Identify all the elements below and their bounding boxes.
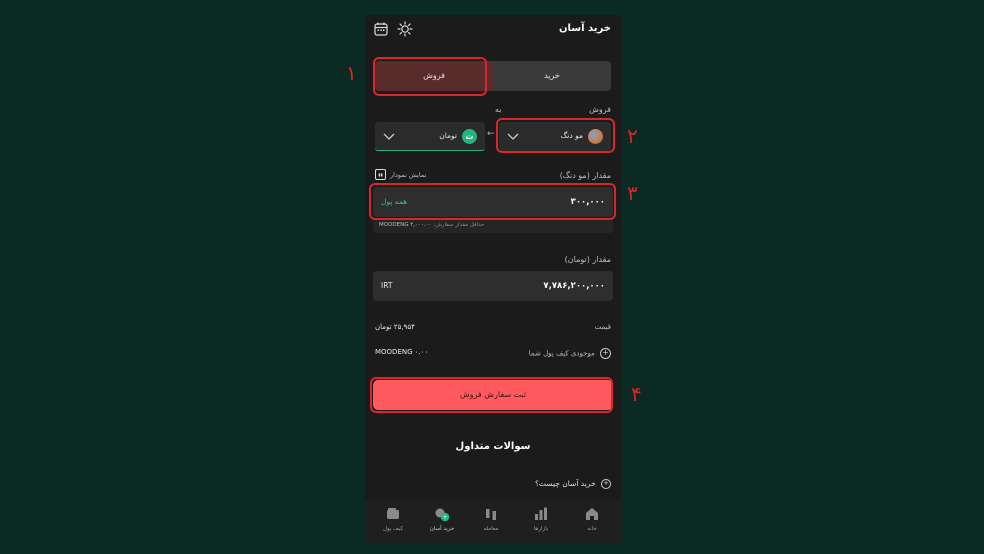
faq-title: سوالات متداول (455, 441, 531, 452)
nav-markets[interactable]: بازارها (516, 506, 566, 532)
chart-toggle-label: نمایش نمودار (390, 170, 427, 179)
nav-easy-buy[interactable]: + خرید آسان (417, 506, 467, 532)
tab-buy[interactable]: خرید (493, 61, 611, 91)
highlight-submit-button (370, 377, 613, 413)
svg-text:+: + (442, 514, 447, 521)
nav-wallet[interactable]: کیف پول (368, 506, 418, 532)
trade-icon (486, 509, 496, 520)
highlight-coin-select (496, 118, 615, 153)
min-order-hint: حداقل مقدار سفارش: MOODENG ۴,۰۰۰.۰۰ (373, 219, 613, 233)
nav-home[interactable]: خانه (567, 506, 617, 532)
from-label: فروش (589, 105, 611, 114)
calendar-icon[interactable] (373, 21, 389, 37)
bottom-nav: خانه بازارها معامله + خرید آسان کیف پول (365, 500, 621, 544)
nav-home-label: خانه (587, 526, 597, 532)
toman-coin-icon: ت (462, 129, 477, 144)
page-title: خرید آسان (559, 23, 611, 34)
highlight-amount-input (369, 183, 616, 220)
marker-1: ۱ (346, 61, 357, 85)
wallet-icon (387, 508, 399, 519)
amount-label: مقدار (مو دنگ) (559, 171, 611, 180)
to-coin-name: تومان (439, 131, 457, 140)
nav-markets-label: بازارها (533, 526, 549, 532)
home-icon (586, 508, 598, 520)
marker-4: ۴ (631, 382, 642, 406)
toman-label: مقدار (تومان) (564, 255, 611, 264)
nav-trade-label: معامله (483, 526, 499, 532)
marker-3: ۳ (627, 181, 638, 205)
toman-unit: IRT (381, 281, 393, 290)
theme-sun-icon[interactable] (397, 21, 413, 37)
min-order-value: MOODENG ۴,۰۰۰.۰۰ (379, 222, 432, 228)
toman-value: ۷,۷۸۶,۲۰۰,۰۰۰ (543, 281, 605, 291)
to-coin-select[interactable]: ت تومان (375, 122, 485, 151)
price-value: ۲۵,۹۵۴ تومان (375, 323, 415, 331)
arrow-icon: ← (487, 129, 495, 139)
chevron-down-icon (383, 133, 395, 140)
plus-icon[interactable]: + (600, 348, 611, 359)
header: خرید آسان (365, 15, 621, 43)
wallet-label: موجودی کیف پول شما (528, 349, 595, 358)
wallet-value: MOODENG ۰.۰۰ (375, 348, 429, 356)
nav-easy-buy-label: خرید آسان (429, 526, 455, 532)
bar-chart-icon (535, 507, 547, 520)
toman-input[interactable]: ۷,۷۸۶,۲۰۰,۰۰۰ IRT (373, 271, 613, 301)
nav-wallet-label: کیف پول (382, 526, 404, 532)
easy-buy-icon: + (435, 508, 450, 522)
faq-item[interactable]: + خرید آسان چیست؟ (535, 479, 611, 489)
chart-icon: ▮▮ (375, 169, 386, 180)
to-label: به (495, 105, 502, 114)
chart-toggle[interactable]: نمایش نمودار ▮▮ (375, 169, 426, 180)
nav-trade[interactable]: معامله (466, 506, 516, 532)
price-label: قیمت (594, 323, 611, 331)
faq-question: خرید آسان چیست؟ (534, 479, 596, 488)
highlight-sell-tab (373, 57, 487, 96)
min-order-key: حداقل مقدار سفارش: (433, 222, 485, 228)
plus-icon: + (601, 479, 611, 489)
marker-2: ۲ (627, 124, 638, 148)
